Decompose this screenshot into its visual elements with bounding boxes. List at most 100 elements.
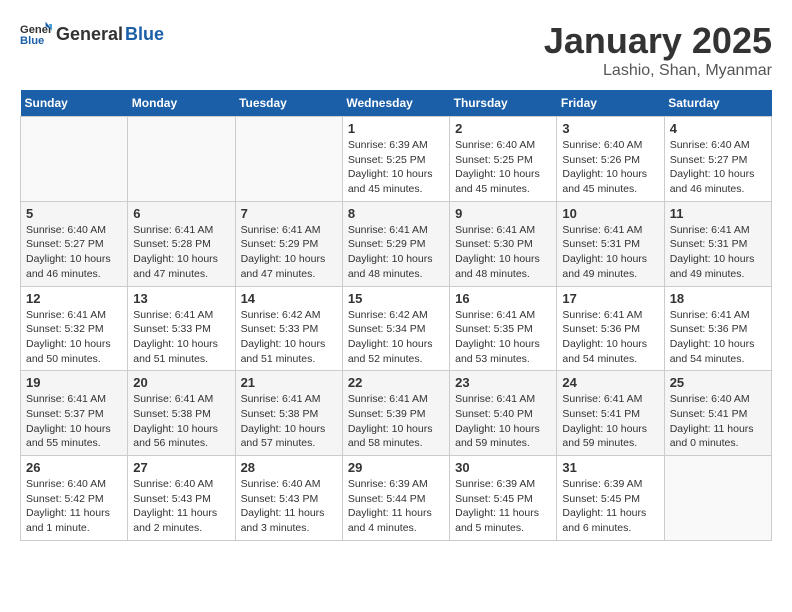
day-info: Sunrise: 6:41 AM Sunset: 5:36 PM Dayligh… <box>670 308 766 367</box>
day-info: Sunrise: 6:41 AM Sunset: 5:29 PM Dayligh… <box>241 223 337 282</box>
weekday-header: Wednesday <box>342 90 449 117</box>
day-number: 11 <box>670 206 766 221</box>
day-number: 13 <box>133 291 229 306</box>
logo-blue-text: Blue <box>125 24 164 45</box>
header: General Blue General Blue January 2025 L… <box>20 20 772 80</box>
day-info: Sunrise: 6:40 AM Sunset: 5:43 PM Dayligh… <box>241 477 337 536</box>
day-info: Sunrise: 6:41 AM Sunset: 5:33 PM Dayligh… <box>133 308 229 367</box>
calendar-cell: 11 Sunrise: 6:41 AM Sunset: 5:31 PM Dayli… <box>664 201 771 286</box>
day-number: 26 <box>26 460 122 475</box>
calendar-cell: 21Sunrise: 6:41 AM Sunset: 5:38 PM Dayli… <box>235 371 342 456</box>
calendar-cell: 29Sunrise: 6:39 AM Sunset: 5:44 PM Dayli… <box>342 456 449 541</box>
day-number: 20 <box>133 375 229 390</box>
day-number: 3 <box>562 121 658 136</box>
day-number: 12 <box>26 291 122 306</box>
day-info: Sunrise: 6:41 AM Sunset: 5:29 PM Dayligh… <box>348 223 444 282</box>
day-number: 14 <box>241 291 337 306</box>
calendar-cell: 24 Sunrise: 6:41 AM Sunset: 5:41 PM Dayli… <box>557 371 664 456</box>
logo-icon: General Blue <box>20 20 52 48</box>
day-info: Sunrise: 6:41 AM Sunset: 5:31 PM Dayligh… <box>670 223 766 282</box>
day-info: Sunrise: 6:41 AM Sunset: 5:30 PM Dayligh… <box>455 223 551 282</box>
weekday-header: Friday <box>557 90 664 117</box>
calendar-cell: 5 Sunrise: 6:40 AM Sunset: 5:27 PM Daylig… <box>21 201 128 286</box>
calendar-week-row: 19Sunrise: 6:41 AM Sunset: 5:37 PM Dayli… <box>21 371 772 456</box>
day-number: 4 <box>670 121 766 136</box>
day-number: 16 <box>455 291 551 306</box>
day-info: Sunrise: 6:40 AM Sunset: 5:43 PM Dayligh… <box>133 477 229 536</box>
day-number: 5 <box>26 206 122 221</box>
calendar-cell: 6 Sunrise: 6:41 AM Sunset: 5:28 PM Daylig… <box>128 201 235 286</box>
day-info: Sunrise: 6:41 AM Sunset: 5:40 PM Dayligh… <box>455 392 551 451</box>
day-number: 18 <box>670 291 766 306</box>
calendar-cell: 20 Sunrise: 6:41 AM Sunset: 5:38 PM Dayli… <box>128 371 235 456</box>
day-info: Sunrise: 6:41 AM Sunset: 5:41 PM Dayligh… <box>562 392 658 451</box>
day-number: 22 <box>348 375 444 390</box>
day-info: Sunrise: 6:41 AM Sunset: 5:38 PM Dayligh… <box>241 392 337 451</box>
day-number: 7 <box>241 206 337 221</box>
calendar-cell: 9 Sunrise: 6:41 AM Sunset: 5:30 PM Daylig… <box>450 201 557 286</box>
calendar-cell: 15 Sunrise: 6:42 AM Sunset: 5:34 PM Dayli… <box>342 286 449 371</box>
calendar-cell: 26 Sunrise: 6:40 AM Sunset: 5:42 PM Dayli… <box>21 456 128 541</box>
day-number: 24 <box>562 375 658 390</box>
calendar-body: 1Sunrise: 6:39 AM Sunset: 5:25 PM Daylig… <box>21 117 772 541</box>
calendar-cell: 30 Sunrise: 6:39 AM Sunset: 5:45 PM Dayli… <box>450 456 557 541</box>
day-info: Sunrise: 6:41 AM Sunset: 5:38 PM Dayligh… <box>133 392 229 451</box>
day-info: Sunrise: 6:41 AM Sunset: 5:32 PM Dayligh… <box>26 308 122 367</box>
day-number: 9 <box>455 206 551 221</box>
calendar-week-row: 12 Sunrise: 6:41 AM Sunset: 5:32 PM Dayli… <box>21 286 772 371</box>
calendar-cell <box>664 456 771 541</box>
day-number: 17 <box>562 291 658 306</box>
day-number: 27 <box>133 460 229 475</box>
day-info: Sunrise: 6:42 AM Sunset: 5:33 PM Dayligh… <box>241 308 337 367</box>
calendar-cell: 8 Sunrise: 6:41 AM Sunset: 5:29 PM Daylig… <box>342 201 449 286</box>
day-info: Sunrise: 6:41 AM Sunset: 5:36 PM Dayligh… <box>562 308 658 367</box>
calendar-cell: 31Sunrise: 6:39 AM Sunset: 5:45 PM Dayli… <box>557 456 664 541</box>
calendar-subtitle: Lashio, Shan, Myanmar <box>544 62 772 80</box>
day-number: 23 <box>455 375 551 390</box>
calendar-header: SundayMondayTuesdayWednesdayThursdayFrid… <box>21 90 772 117</box>
day-info: Sunrise: 6:41 AM Sunset: 5:39 PM Dayligh… <box>348 392 444 451</box>
day-number: 30 <box>455 460 551 475</box>
calendar-cell: 14 Sunrise: 6:42 AM Sunset: 5:33 PM Dayli… <box>235 286 342 371</box>
calendar-cell: 3Sunrise: 6:40 AM Sunset: 5:26 PM Daylig… <box>557 117 664 202</box>
calendar-cell <box>235 117 342 202</box>
day-info: Sunrise: 6:42 AM Sunset: 5:34 PM Dayligh… <box>348 308 444 367</box>
calendar-cell: 7 Sunrise: 6:41 AM Sunset: 5:29 PM Daylig… <box>235 201 342 286</box>
day-info: Sunrise: 6:39 AM Sunset: 5:44 PM Dayligh… <box>348 477 444 536</box>
day-info: Sunrise: 6:40 AM Sunset: 5:27 PM Dayligh… <box>26 223 122 282</box>
day-info: Sunrise: 6:41 AM Sunset: 5:35 PM Dayligh… <box>455 308 551 367</box>
weekday-row: SundayMondayTuesdayWednesdayThursdayFrid… <box>21 90 772 117</box>
day-number: 1 <box>348 121 444 136</box>
day-info: Sunrise: 6:41 AM Sunset: 5:28 PM Dayligh… <box>133 223 229 282</box>
calendar-cell: 22 Sunrise: 6:41 AM Sunset: 5:39 PM Dayli… <box>342 371 449 456</box>
day-number: 31 <box>562 460 658 475</box>
day-number: 10 <box>562 206 658 221</box>
calendar-cell: 19Sunrise: 6:41 AM Sunset: 5:37 PM Dayli… <box>21 371 128 456</box>
calendar-cell: 23 Sunrise: 6:41 AM Sunset: 5:40 PM Dayli… <box>450 371 557 456</box>
calendar-title: January 2025 <box>544 20 772 62</box>
day-number: 6 <box>133 206 229 221</box>
weekday-header: Saturday <box>664 90 771 117</box>
weekday-header: Thursday <box>450 90 557 117</box>
day-number: 15 <box>348 291 444 306</box>
title-area: January 2025 Lashio, Shan, Myanmar <box>544 20 772 80</box>
day-number: 25 <box>670 375 766 390</box>
calendar-cell: 1Sunrise: 6:39 AM Sunset: 5:25 PM Daylig… <box>342 117 449 202</box>
calendar-week-row: 26 Sunrise: 6:40 AM Sunset: 5:42 PM Dayli… <box>21 456 772 541</box>
calendar-cell: 10 Sunrise: 6:41 AM Sunset: 5:31 PM Dayli… <box>557 201 664 286</box>
logo: General Blue General Blue <box>20 20 164 48</box>
svg-text:Blue: Blue <box>20 35 44 47</box>
day-info: Sunrise: 6:41 AM Sunset: 5:31 PM Dayligh… <box>562 223 658 282</box>
day-info: Sunrise: 6:40 AM Sunset: 5:42 PM Dayligh… <box>26 477 122 536</box>
logo-general-text: General <box>56 24 123 45</box>
calendar-table: SundayMondayTuesdayWednesdayThursdayFrid… <box>20 90 772 541</box>
calendar-cell: 2Sunrise: 6:40 AM Sunset: 5:25 PM Daylig… <box>450 117 557 202</box>
day-number: 19 <box>26 375 122 390</box>
calendar-week-row: 1Sunrise: 6:39 AM Sunset: 5:25 PM Daylig… <box>21 117 772 202</box>
day-number: 8 <box>348 206 444 221</box>
calendar-cell: 16 Sunrise: 6:41 AM Sunset: 5:35 PM Dayli… <box>450 286 557 371</box>
day-number: 2 <box>455 121 551 136</box>
calendar-week-row: 5 Sunrise: 6:40 AM Sunset: 5:27 PM Daylig… <box>21 201 772 286</box>
day-info: Sunrise: 6:39 AM Sunset: 5:45 PM Dayligh… <box>455 477 551 536</box>
weekday-header: Sunday <box>21 90 128 117</box>
